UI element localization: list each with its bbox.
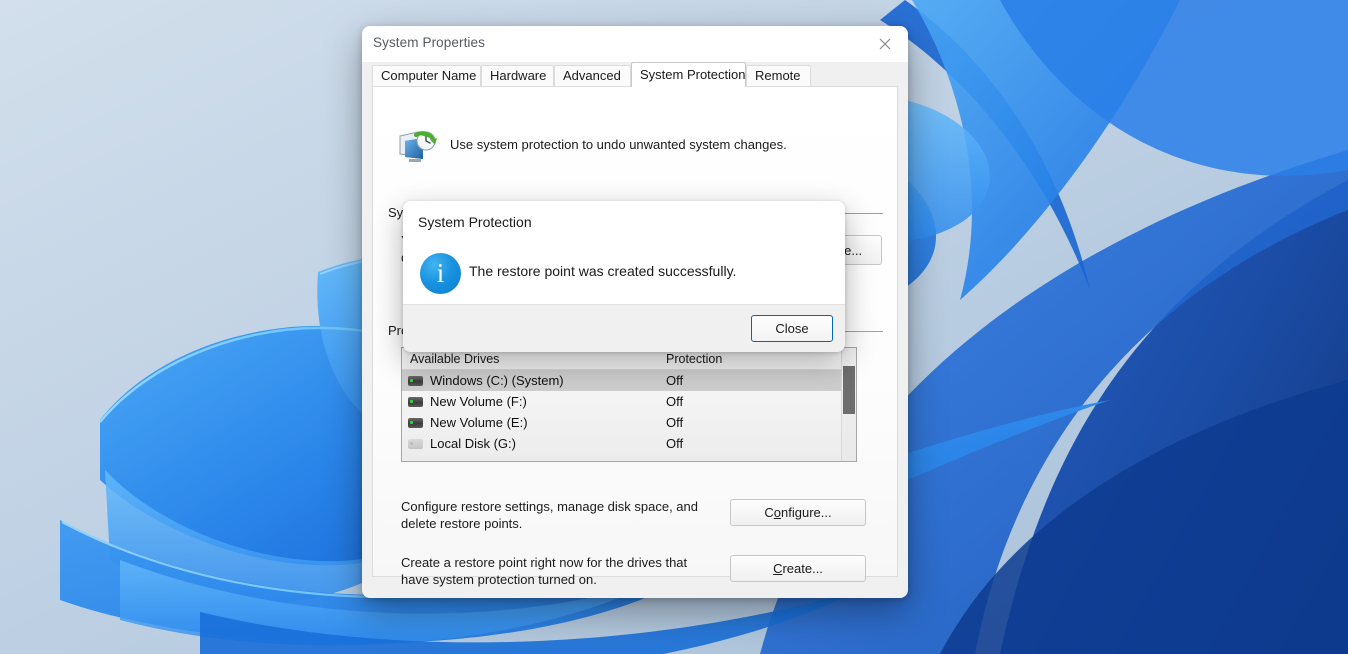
drive-label: Local Disk (G:)	[430, 436, 516, 451]
create-button[interactable]: Create...	[730, 555, 866, 582]
modal-footer: Close	[403, 304, 845, 352]
table-row[interactable]: Local Disk (G:) Off	[402, 433, 856, 454]
create-button-suffix: reate...	[782, 561, 822, 576]
scrollbar-thumb[interactable]	[843, 366, 855, 414]
configure-button-prefix: C	[764, 505, 773, 520]
drive-name-cell: Windows (C:) (System)	[402, 373, 660, 388]
table-row[interactable]: New Volume (E:) Off	[402, 412, 856, 433]
hard-drive-icon	[408, 418, 423, 428]
configure-button[interactable]: Configure...	[730, 499, 866, 526]
tab-system-protection[interactable]: System Protection	[631, 62, 746, 87]
column-header-available-drives[interactable]: Available Drives	[402, 352, 660, 366]
table-row[interactable]: New Volume (F:) Off	[402, 391, 856, 412]
drive-name-cell: New Volume (F:)	[402, 394, 660, 409]
configure-description-line2: delete restore points.	[401, 516, 522, 531]
tab-advanced[interactable]: Advanced	[554, 65, 631, 86]
system-protection-modal: System Protection i The restore point wa…	[403, 201, 845, 352]
hard-drive-icon	[408, 439, 423, 449]
modal-message: The restore point was created successful…	[469, 263, 736, 279]
tab-hardware[interactable]: Hardware	[481, 65, 554, 86]
column-header-protection[interactable]: Protection	[660, 352, 856, 366]
drive-label: Windows (C:) (System)	[430, 373, 564, 388]
drive-name-cell: New Volume (E:)	[402, 415, 660, 430]
drive-protection-cell: Off	[660, 415, 856, 430]
system-restore-icon	[397, 129, 437, 165]
drive-name-cell: Local Disk (G:)	[402, 436, 660, 451]
window-title: System Properties	[373, 35, 485, 50]
configure-button-suffix: nfigure...	[781, 505, 832, 520]
create-description-line1: Create a restore point right now for the…	[401, 555, 687, 570]
create-button-accel: C	[773, 561, 782, 576]
available-drives-list[interactable]: Available Drives Protection Windows (C:)…	[401, 347, 857, 462]
configure-description-line1: Configure restore settings, manage disk …	[401, 499, 698, 514]
window-titlebar[interactable]: System Properties	[362, 26, 908, 62]
hard-drive-icon	[408, 376, 423, 386]
drive-label: New Volume (E:)	[430, 415, 528, 430]
drive-label: New Volume (F:)	[430, 394, 527, 409]
drive-protection-cell: Off	[660, 394, 856, 409]
hard-drive-icon	[408, 397, 423, 407]
create-description: Create a restore point right now for the…	[401, 554, 711, 588]
page-header-text: Use system protection to undo unwanted s…	[450, 137, 787, 152]
info-icon: i	[420, 253, 461, 294]
drive-list-scrollbar[interactable]	[841, 348, 856, 461]
tab-strip: Computer Name Hardware Advanced System P…	[362, 62, 908, 86]
drive-protection-cell: Off	[660, 436, 856, 451]
info-icon-glyph: i	[437, 260, 445, 287]
drive-protection-cell: Off	[660, 373, 856, 388]
modal-close-button[interactable]: Close	[751, 315, 833, 342]
modal-title: System Protection	[418, 214, 532, 230]
tab-remote[interactable]: Remote	[746, 65, 811, 86]
create-description-line2: have system protection turned on.	[401, 572, 597, 587]
configure-description: Configure restore settings, manage disk …	[401, 498, 721, 532]
tab-computer-name[interactable]: Computer Name	[372, 65, 481, 86]
table-row[interactable]: Windows (C:) (System) Off	[402, 370, 856, 391]
configure-button-accel: o	[774, 505, 781, 520]
close-icon[interactable]	[862, 26, 908, 62]
